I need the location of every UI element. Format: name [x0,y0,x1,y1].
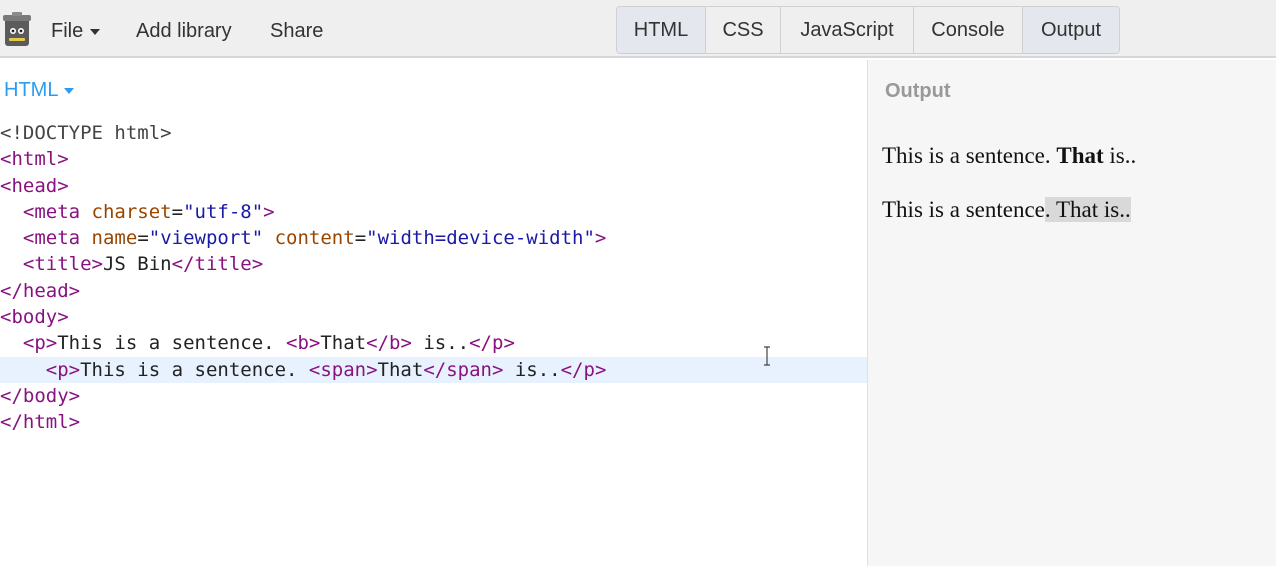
output-paragraph-2: This is a sentence. That is.. [882,197,1131,223]
output-p1-text: This is a sentence. [882,143,1057,168]
html-editor-pane[interactable]: HTML <!DOCTYPE html> <html> <head> <meta c… [0,60,867,566]
chevron-down-icon [64,87,75,94]
panel-toggle-group: HTML CSS JavaScript Console Output [616,6,1120,54]
code-line[interactable]: </html> [0,409,867,435]
jsbin-logo-icon[interactable] [3,12,31,48]
add-library-button[interactable]: Add library [136,19,232,43]
code-line[interactable]: <!DOCTYPE html> [0,120,867,146]
output-p2-text: This is a sentence [882,197,1045,222]
code-line[interactable]: <meta name="viewport" content="width=dev… [0,225,867,251]
output-paragraph-1: This is a sentence. That is.. [882,143,1136,169]
code-line[interactable]: </body> [0,383,867,409]
code-line[interactable]: <body> [0,304,867,330]
code-line[interactable]: <html> [0,146,867,172]
text-cursor-icon [764,346,770,366]
code-editor[interactable]: <!DOCTYPE html> <html> <head> <meta charse… [0,120,867,436]
tab-html[interactable]: HTML [617,7,706,53]
editor-language-dropdown[interactable]: HTML [4,79,75,102]
tab-css[interactable]: CSS [706,7,781,53]
output-pane: Output This is a sentence. That is.. Thi… [867,60,1276,566]
code-line[interactable]: <meta charset="utf-8"> [0,199,867,225]
file-menu[interactable]: File [51,19,101,43]
code-line[interactable]: <title>JS Bin</title> [0,251,867,277]
chevron-down-icon [90,28,101,35]
output-p1-bold: That [1056,143,1104,168]
output-p2-highlight: . That is.. [1044,197,1131,222]
output-p1-tail: is.. [1103,143,1137,168]
file-menu-label: File [51,20,84,42]
share-button[interactable]: Share [270,19,323,43]
code-line[interactable]: <head> [0,173,867,199]
code-line[interactable]: <p>This is a sentence. <b>That</b> is..<… [0,330,867,356]
tab-javascript[interactable]: JavaScript [781,7,914,53]
tab-console[interactable]: Console [914,7,1023,53]
code-line[interactable]: <p>This is a sentence. <span>That</span>… [0,356,867,383]
editor-language-label: HTML [4,79,59,101]
output-panel-label: Output [885,80,951,102]
code-line[interactable]: </head> [0,278,867,304]
tab-output[interactable]: Output [1023,7,1119,53]
top-toolbar: File Add library Share HTML CSS JavaScri… [0,0,1276,58]
